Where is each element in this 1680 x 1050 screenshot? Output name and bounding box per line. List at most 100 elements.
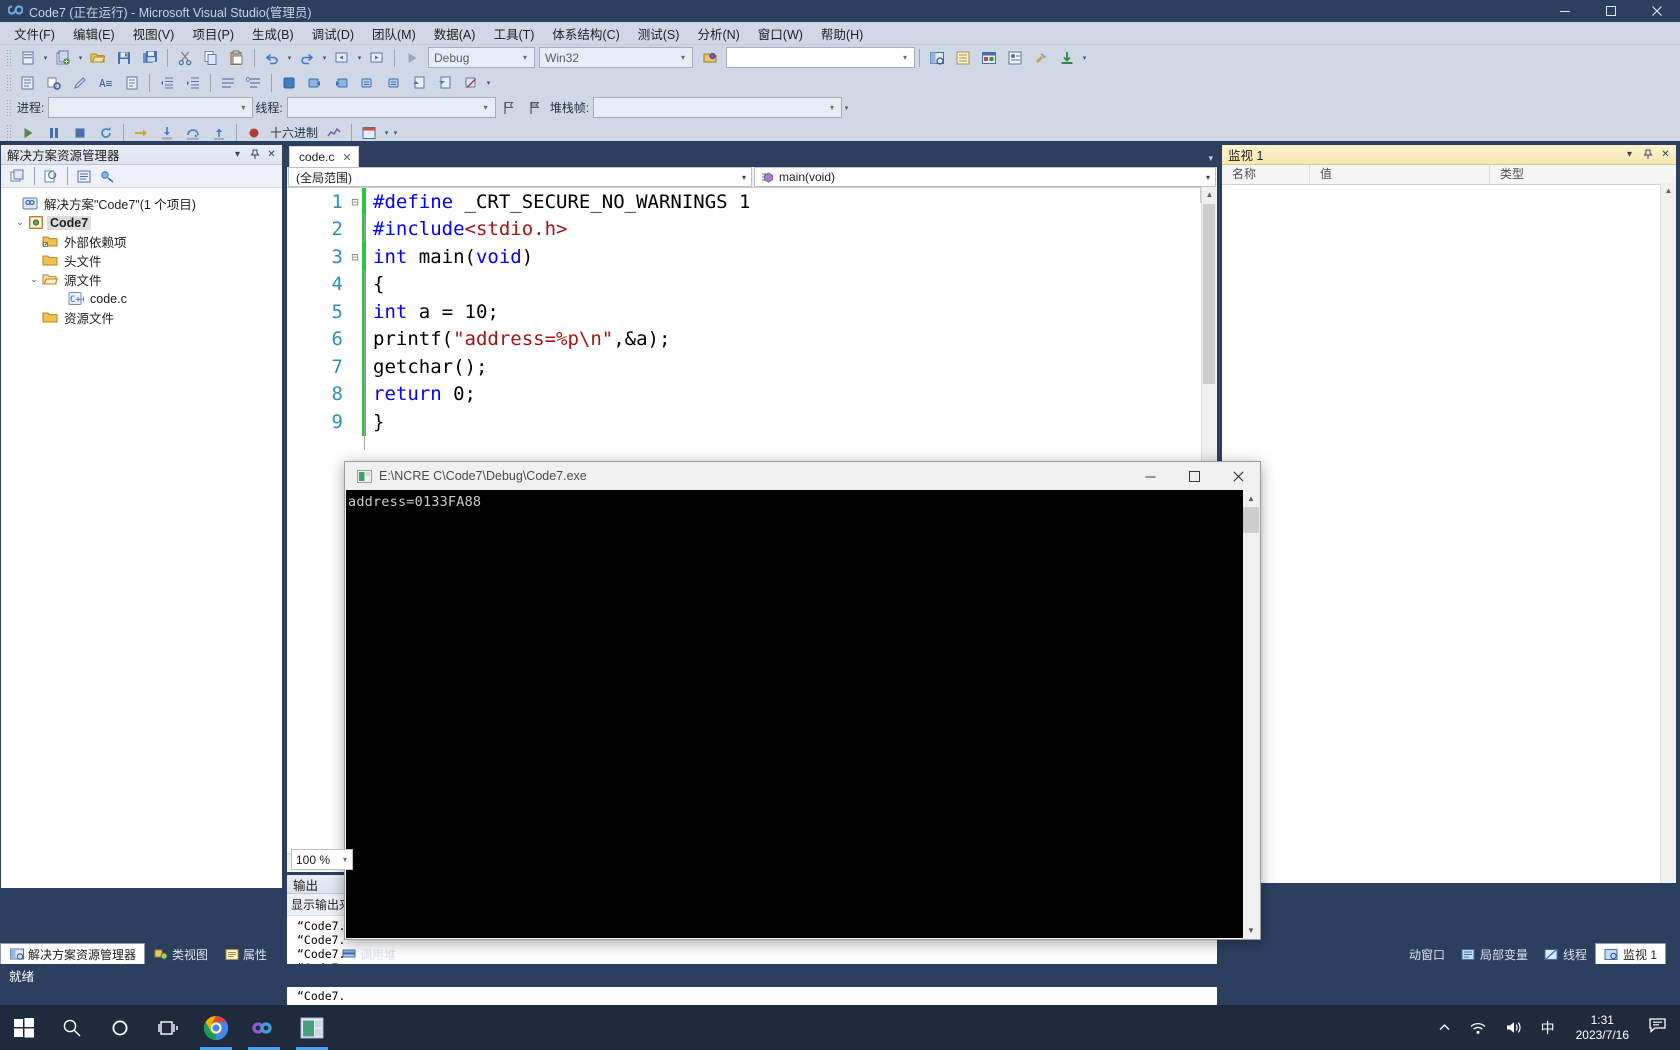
show-all-files-icon[interactable] [6,166,29,187]
watch-column-value[interactable]: 值 [1310,165,1490,184]
view-class-diagram-icon[interactable] [96,166,119,187]
chevron-down-icon[interactable]: ⌄ [13,216,27,230]
solution-config-dropdown[interactable]: Debug ▾ [428,47,535,68]
editor-zoom-dropdown[interactable]: 100 % ▾ [291,849,353,870]
scroll-up-icon[interactable]: ▲ [1243,490,1259,506]
console-output-area[interactable]: address=0133FA88 ▲ ▼ [346,490,1259,938]
chevron-down-icon[interactable]: ⌄ [27,273,41,287]
close-icon[interactable]: ✕ [1658,147,1673,162]
uncomment-block-icon[interactable]: 0 [242,71,266,94]
stackframe-dropdown[interactable]: ▾ [593,97,843,118]
dock-tab-threads[interactable]: 线程 [1536,945,1595,964]
hex-display-label[interactable]: 十六进制 [270,124,318,141]
toolbar-grip[interactable] [6,123,12,142]
code-line[interactable]: 1 ⊟ #define _CRT_SECURE_NO_WARNINGS 1 [287,188,1217,216]
refresh-icon[interactable] [39,166,62,187]
watch-column-type[interactable]: 类型 [1490,165,1663,184]
properties-icon[interactable] [72,166,95,187]
tree-node-header-files[interactable]: 头文件 [1,251,282,270]
code-line[interactable]: 2 #include<stdio.h> [287,215,1217,243]
scrollbar-thumb[interactable] [1203,204,1215,384]
chrome-taskbar-button[interactable] [192,1005,240,1050]
thread-dropdown[interactable]: ▾ [286,97,496,118]
dock-tab-autos[interactable]: 动窗口 [1401,945,1453,964]
dock-tab-properties[interactable]: 属性 [216,945,275,964]
clear-bookmarks-icon[interactable] [459,71,483,94]
menu-edit[interactable]: 编辑(E) [64,21,124,46]
tree-node-resource-files[interactable]: 资源文件 [1,308,282,327]
properties-window-icon[interactable] [951,46,975,69]
copy-icon[interactable] [199,46,223,69]
toolbox-window-icon[interactable] [977,46,1001,69]
navigate-backward-icon[interactable] [330,46,354,69]
previous-bookmark-folder-icon[interactable] [355,71,379,94]
menu-data[interactable]: 数据(A) [425,21,485,46]
debug-windows-chevron-down-icon[interactable]: ▾ [382,122,391,143]
navigate-forward-icon[interactable] [365,46,389,69]
watch-vertical-scrollbar[interactable]: ▲ [1660,183,1676,883]
uncomment-selection-icon[interactable] [120,71,144,94]
menu-debug[interactable]: 调试(D) [303,21,363,46]
toolbar-overflow-chevron-icon[interactable]: ▾ [484,72,493,93]
decrease-indent-icon[interactable] [155,71,179,94]
tree-node-code-c[interactable]: C++ code.c [1,289,282,308]
toolbar-overflow-chevron-icon[interactable]: ▾ [391,122,400,143]
menu-analyze[interactable]: 分析(N) [688,21,748,46]
quick-find-symbol-icon[interactable] [42,71,66,94]
code-line[interactable]: 6 printf("address=%p\n",&a); [287,325,1217,353]
toolbar-grip[interactable] [6,48,12,67]
menu-build[interactable]: 生成(B) [243,21,303,46]
toolbar-grip[interactable] [6,98,12,117]
undo-icon[interactable] [260,46,284,69]
volume-icon[interactable] [1496,1020,1532,1035]
show-hidden-icons-chevron-up-icon[interactable] [1429,1021,1460,1034]
start-debug-icon[interactable] [400,46,424,69]
comment-selection-icon[interactable]: A≡ [94,71,118,94]
import-settings-icon[interactable] [1055,46,1079,69]
menu-view[interactable]: 视图(V) [124,21,184,46]
nav-back-chevron-down-icon[interactable]: ▾ [355,47,364,68]
comment-block-icon[interactable] [216,71,240,94]
cut-icon[interactable] [173,46,197,69]
watch-column-name[interactable]: 名称 [1222,165,1310,184]
maximize-button[interactable] [1588,0,1634,22]
dock-tab-solution-explorer[interactable]: 解决方案资源管理器 [0,943,146,964]
next-bookmark-folder-icon[interactable] [381,71,405,94]
quick-search-input[interactable]: ▾ [726,47,915,68]
menu-test[interactable]: 测试(S) [629,21,689,46]
console-taskbar-button[interactable] [288,1005,336,1050]
ime-indicator[interactable]: 中 [1532,1018,1564,1038]
code-line[interactable]: 3 ⊟ int main(void) [287,243,1217,271]
insert-snippet-icon[interactable] [68,71,92,94]
move-bookmark-up-icon[interactable] [407,71,431,94]
menu-help[interactable]: 帮助(H) [812,21,872,46]
toolbar-grip[interactable] [6,73,12,92]
unflag-thread-icon[interactable] [523,96,547,119]
member-dropdown[interactable]: main(void) ▾ [753,167,1216,187]
new-project-chevron-down-icon[interactable]: ▾ [41,47,50,68]
dock-tab-call-stack[interactable]: 调用堆 [333,945,404,964]
scroll-down-icon[interactable]: ▼ [1243,922,1259,938]
process-dropdown[interactable]: ▾ [48,97,254,118]
dock-tab-class-view[interactable]: 类视图 [145,945,216,964]
menu-architecture[interactable]: 体系结构(C) [543,21,628,46]
increase-indent-icon[interactable] [181,71,205,94]
close-icon[interactable]: ✕ [264,147,279,162]
open-file-icon[interactable] [86,46,110,69]
scrollbar-thumb[interactable] [1243,507,1259,533]
code-line[interactable]: 7 getchar(); [287,353,1217,381]
console-vertical-scrollbar[interactable]: ▲ ▼ [1243,490,1259,938]
save-all-icon[interactable] [138,46,162,69]
redo-chevron-down-icon[interactable]: ▾ [320,47,329,68]
clock[interactable]: 1:31 2023/7/16 [1564,1013,1641,1043]
code-line[interactable]: 4{ [287,270,1217,298]
visual-studio-taskbar-button[interactable] [240,1005,288,1050]
undo-chevron-down-icon[interactable]: ▾ [285,47,294,68]
tree-node-project[interactable]: ⌄ Code7 [1,213,282,232]
code-line[interactable]: 8 return 0; [287,380,1217,408]
pin-icon[interactable] [247,147,262,162]
notification-icon[interactable] [1641,1018,1680,1037]
start-button[interactable] [0,1005,48,1050]
menu-tools[interactable]: 工具(T) [484,21,543,46]
cortana-button[interactable] [96,1005,144,1050]
